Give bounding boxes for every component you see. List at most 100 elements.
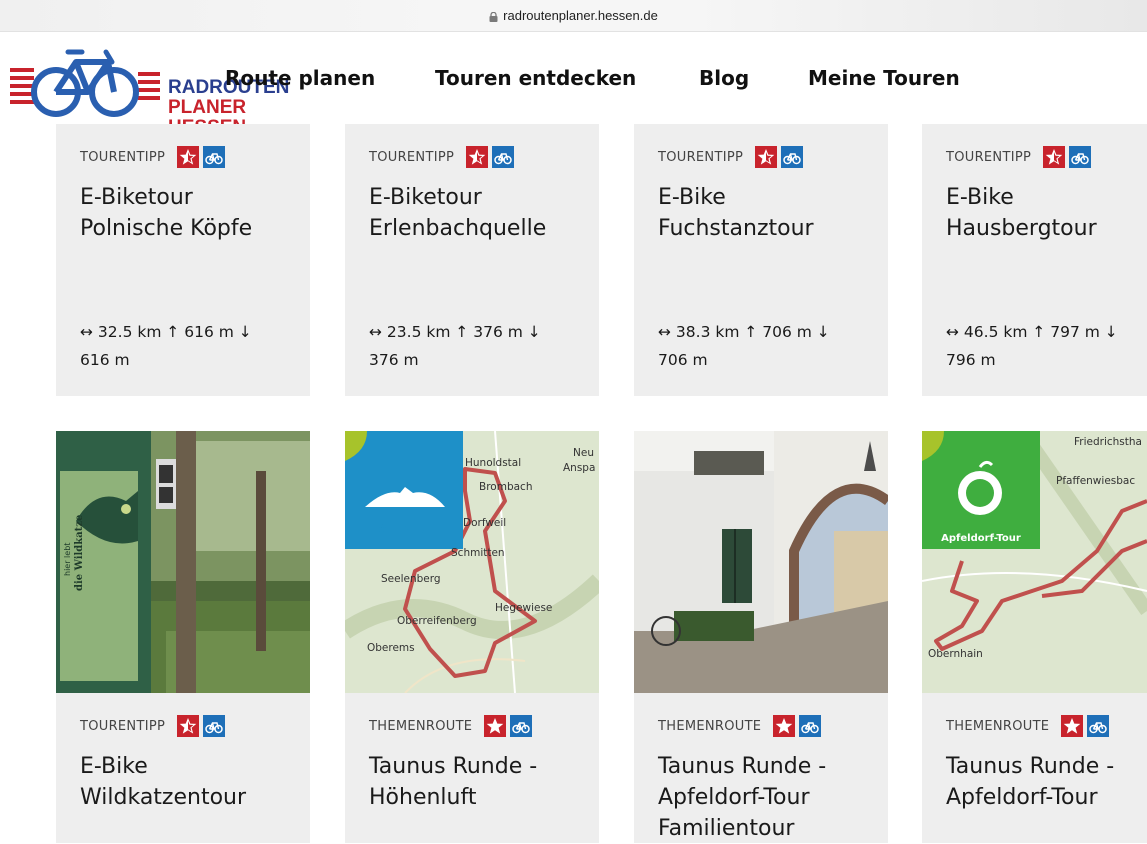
card-meta: TOURENTIPP [658, 146, 804, 168]
map-badge-label: HÖHENLUFT [370, 522, 438, 536]
nav-meine-touren[interactable]: Meine Touren [808, 66, 960, 90]
place-label: Oberems [367, 642, 415, 654]
card-title-line: Apfeldorf-Tour [946, 785, 1098, 810]
nav-blog[interactable]: Blog [699, 66, 749, 90]
tour-card[interactable]: TOURENTIPP E-Biketour Erlenbachquelle ↔ … [345, 124, 599, 396]
card-meta: THEMENROUTE [946, 715, 1110, 737]
star-badge-icon [177, 146, 200, 168]
card-stats: ↔ 32.5 km ↑ 616 m ↓ 616 m [80, 318, 330, 374]
bike-badge-icon [203, 146, 226, 168]
star-badge-icon [773, 715, 796, 737]
route-map: HÖHENLUFT Hunoldstal Neu Anspa Brombach … [345, 431, 599, 693]
card-stats-line: ↔ 23.5 km ↑ 376 m ↓ [369, 323, 541, 341]
card-title-line: Erlenbachquelle [369, 216, 547, 241]
card-category: TOURENTIPP [658, 149, 744, 165]
tour-card[interactable]: TOURENTIPP E-Bike Hausbergtour ↔ 46.5 km… [922, 124, 1147, 396]
card-category: TOURENTIPP [946, 149, 1032, 165]
card-title-line: Taunus Runde - [369, 754, 538, 779]
card-category: TOURENTIPP [369, 149, 455, 165]
card-category: THEMENROUTE [658, 718, 762, 734]
url-text: radroutenplaner.hessen.de [503, 8, 658, 23]
place-label: Brombach [479, 481, 532, 493]
browser-url-bar[interactable]: radroutenplaner.hessen.de [0, 0, 1147, 32]
card-title: Taunus Runde - Apfeldorf-Tour Familiento… [658, 751, 898, 844]
card-title: Taunus Runde - Apfeldorf-Tour [946, 751, 1147, 813]
card-title: E-Bike Fuchstanztour [658, 182, 898, 244]
card-meta: TOURENTIPP [946, 146, 1092, 168]
card-title-line: E-Bike [658, 185, 726, 210]
nav-touren-entdecken[interactable]: Touren entdecken [435, 66, 636, 90]
card-title-line: Taunus Runde - [946, 754, 1115, 779]
place-label: Neu [573, 447, 594, 459]
sign-text: die Wildkatze [74, 515, 85, 591]
nav-route-planen[interactable]: Route planen [225, 66, 375, 90]
card-category: TOURENTIPP [80, 718, 166, 734]
tour-map-hoehenluft[interactable]: HÖHENLUFT Hunoldstal Neu Anspa Brombach … [345, 431, 599, 693]
tour-image-wildkatze[interactable]: hier lebt die Wildkatze [56, 431, 310, 693]
card-title: E-Biketour Erlenbachquelle [369, 182, 609, 244]
card-stats-line: 706 m [658, 351, 708, 369]
bike-badge-icon [1087, 715, 1110, 737]
tour-card[interactable]: THEMENROUTE Taunus Runde - Höhenluft [345, 693, 599, 843]
place-label: Pfaffenwiesbac [1056, 475, 1135, 487]
card-meta: TOURENTIPP [80, 146, 226, 168]
bike-badge-icon [1069, 146, 1092, 168]
card-title-line: E-Bike [80, 754, 148, 779]
forest-photo: hier lebt die Wildkatze [56, 431, 310, 693]
tour-map-apfeldorf[interactable]: Apfeldorf-Tour Friedrichstha Pfaffenwies… [922, 431, 1147, 693]
card-title: E-Bike Hausbergtour [946, 182, 1147, 244]
bike-badge-icon [781, 146, 804, 168]
star-badge-icon [755, 146, 778, 168]
card-title: E-Biketour Polnische Köpfe [80, 182, 320, 244]
card-title-line: Hausbergtour [946, 216, 1097, 241]
place-label: Hunoldstal [465, 457, 521, 469]
card-stats-line: 616 m [80, 351, 130, 369]
tour-card[interactable]: TOURENTIPP E-Bike Wildkatzentour [56, 693, 310, 843]
tour-image-apfeldorf[interactable] [634, 431, 888, 693]
card-title-line: E-Biketour [369, 185, 482, 210]
card-title-line: Höhenluft [369, 785, 477, 810]
card-stats-line: ↔ 38.3 km ↑ 706 m ↓ [658, 323, 830, 341]
card-stats-line: ↔ 32.5 km ↑ 616 m ↓ [80, 323, 252, 341]
card-meta: THEMENROUTE [369, 715, 533, 737]
card-title-line: E-Bike [946, 185, 1014, 210]
place-label: Obernhain [928, 648, 983, 660]
card-stats-line: 376 m [369, 351, 419, 369]
place-label: Friedrichstha [1074, 436, 1142, 448]
tour-card[interactable]: THEMENROUTE Taunus Runde - Apfeldorf-Tou… [634, 693, 888, 843]
lock-icon [489, 11, 498, 22]
tour-card[interactable]: TOURENTIPP E-Bike Fuchstanztour ↔ 38.3 k… [634, 124, 888, 396]
card-title-line: Wildkatzentour [80, 785, 247, 810]
card-title: E-Bike Wildkatzentour [80, 751, 320, 813]
card-meta: TOURENTIPP [369, 146, 515, 168]
star-badge-icon [484, 715, 507, 737]
card-title-line: Familientour [658, 816, 795, 841]
sign-text: hier lebt [63, 543, 72, 576]
tour-card[interactable]: TOURENTIPP E-Biketour Polnische Köpfe ↔ … [56, 124, 310, 396]
village-photo [634, 431, 888, 693]
place-label: Dorfweil [463, 517, 506, 529]
card-stats-line: ↔ 46.5 km ↑ 797 m ↓ [946, 323, 1118, 341]
tour-card[interactable]: THEMENROUTE Taunus Runde - Apfeldorf-Tou… [922, 693, 1147, 843]
star-badge-icon [466, 146, 489, 168]
card-title-line: E-Biketour [80, 185, 193, 210]
card-title: Taunus Runde - Höhenluft [369, 751, 609, 813]
place-label: Oberreifenberg [397, 615, 477, 627]
map-badge-label: Apfeldorf-Tour [941, 533, 1021, 544]
card-stats: ↔ 23.5 km ↑ 376 m ↓ 376 m [369, 318, 619, 374]
card-category: THEMENROUTE [369, 718, 473, 734]
card-category: TOURENTIPP [80, 149, 166, 165]
card-title-line: Fuchstanztour [658, 216, 814, 241]
card-title-line: Apfeldorf-Tour [658, 785, 810, 810]
card-stats: ↔ 38.3 km ↑ 706 m ↓ 706 m [658, 318, 908, 374]
card-title-line: Taunus Runde - [658, 754, 827, 779]
place-label: Anspa [563, 462, 595, 474]
site-header: RADROUTEN PLANER HESSEN Route planen Tou… [0, 32, 1147, 138]
bike-badge-icon [799, 715, 822, 737]
bike-badge-icon [203, 715, 226, 737]
bicycle-logo-icon [10, 49, 160, 117]
card-stats: ↔ 46.5 km ↑ 797 m ↓ 796 m [946, 318, 1147, 374]
card-category: THEMENROUTE [946, 718, 1050, 734]
star-badge-icon [177, 715, 200, 737]
route-map: Apfeldorf-Tour Friedrichstha Pfaffenwies… [922, 431, 1147, 693]
